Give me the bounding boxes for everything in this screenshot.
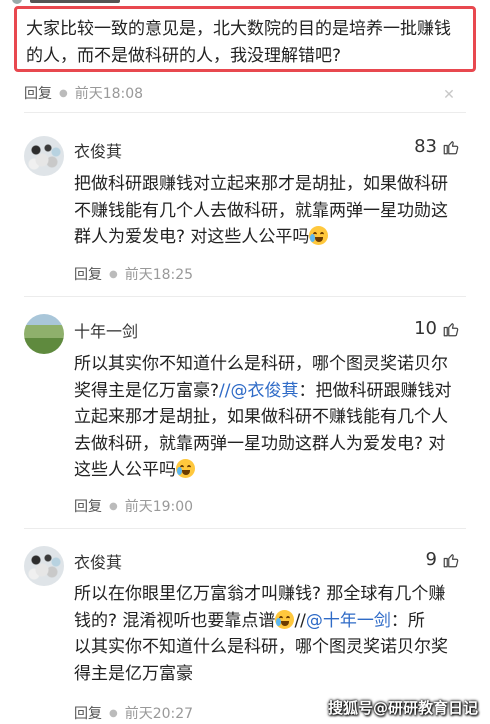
comment-time: 前天18:25 <box>124 267 194 283</box>
username[interactable]: 衣俊萁 <box>74 549 122 573</box>
mention-link[interactable]: @十年一剑 <box>306 611 391 631</box>
like-count: 9 <box>425 549 437 570</box>
comment-text: 所以在你眼里亿万富翁才叫赚钱? 那全球有几个赚 钱的? 混淆视听也要靠点谱//@… <box>74 584 448 684</box>
thumb-up-icon <box>443 322 459 336</box>
username[interactable]: 衣俊萁 <box>74 138 122 162</box>
avatar[interactable] <box>24 136 64 176</box>
crying-laughing-emoji-icon <box>275 609 295 629</box>
reply-button[interactable]: 回复 <box>24 83 52 103</box>
comment-meta: 回复 ● 前天19:00 <box>74 496 193 516</box>
thumb-up-icon <box>443 140 459 154</box>
crying-laughing-emoji-icon <box>309 226 329 245</box>
highlighted-comment-text: 大家比较一致的意见是，北大数院的目的是培养一批赚钱 的人，而不是做科研的人，我没… <box>14 6 476 72</box>
like-button[interactable]: 9 <box>426 549 460 570</box>
quote-line-1: 大家比较一致的意见是，北大数院的目的是培养一批赚钱 <box>26 19 451 39</box>
crying-laughing-emoji-icon <box>176 459 195 478</box>
close-icon[interactable]: ✕ <box>442 88 456 102</box>
comment-meta: 回复 ● 前天18:25 <box>74 264 193 284</box>
divider <box>24 112 466 113</box>
like-button[interactable]: 83 <box>414 136 460 157</box>
divider <box>24 296 466 297</box>
username[interactable]: 十年一剑 <box>74 318 138 342</box>
avatar[interactable] <box>24 314 64 354</box>
quote-line-2: 的人，而不是做科研的人，我没理解错吧? <box>26 46 342 66</box>
like-count: 10 <box>414 318 437 339</box>
quoted-comment-meta: 回复 ● 前天18:08 <box>24 83 143 103</box>
thumb-up-icon <box>443 553 459 567</box>
reply-button[interactable]: 回复 <box>74 703 102 723</box>
like-count: 83 <box>414 136 437 157</box>
comment-text: 所以其实你不知道什么是科研，哪个图灵奖诺贝尔 奖得主是亿万富豪?//@衣俊萁：把… <box>74 354 452 480</box>
like-button[interactable]: 10 <box>414 318 460 339</box>
mention-link[interactable]: //@衣俊萁 <box>219 381 298 401</box>
reply-button[interactable]: 回复 <box>74 264 102 284</box>
comment-time: 前天19:00 <box>124 499 194 515</box>
comment-time: 前天18:08 <box>74 86 144 102</box>
divider <box>24 528 466 529</box>
watermark: 搜狐号@研研教育日记 <box>327 699 478 717</box>
comment-time: 前天20:27 <box>124 706 194 722</box>
avatar[interactable] <box>24 546 64 586</box>
reply-button[interactable]: 回复 <box>74 496 102 516</box>
comment-text: 把做科研跟赚钱对立起来那才是胡扯，如果做科研 不赚钱能有几个人去做科研，就靠两弹… <box>74 174 448 247</box>
comment-meta: 回复 ● 前天20:27 <box>74 703 193 723</box>
